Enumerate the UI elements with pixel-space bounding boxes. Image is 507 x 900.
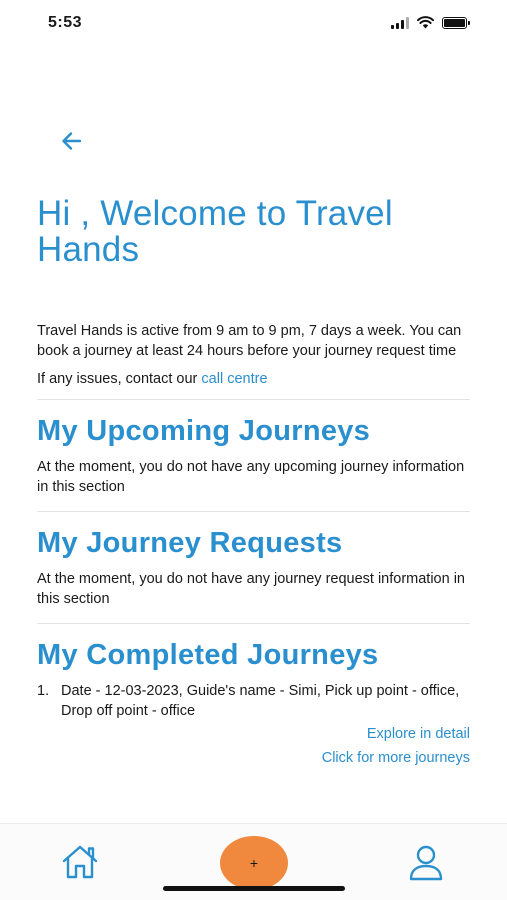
list-item-number: 1. [37,683,50,699]
list-item: 1. Date - 12-03-2023, Guide's name - Sim… [37,681,470,721]
home-indicator [163,886,345,891]
home-tab-button[interactable] [60,844,100,880]
journey-requests-message: At the moment, you do not have any journ… [37,571,465,607]
divider [37,399,470,400]
more-journeys-link[interactable]: Click for more journeys [37,748,470,768]
completed-journeys-title: My Completed Journeys [37,639,379,671]
upcoming-journeys-title: My Upcoming Journeys [37,415,371,447]
home-icon [62,845,98,879]
status-bar: 5:53 [0,0,507,46]
profile-tab-button[interactable] [406,844,446,882]
journey-requests-title: My Journey Requests [37,527,343,559]
upcoming-journeys-message: At the moment, you do not have any upcom… [37,459,465,495]
user-icon [409,845,443,881]
list-item-text: Date - 12-03-2023, Guide's name - Simi, … [61,683,460,719]
add-journey-button[interactable]: + [220,836,288,890]
back-button[interactable] [58,127,86,155]
explore-in-detail-link[interactable]: Explore in detail [37,724,470,744]
completed-journeys-list: 1. Date - 12-03-2023, Guide's name - Sim… [37,681,470,721]
wifi-icon [417,16,434,29]
contact-prefix: If any issues, contact our [37,371,202,387]
divider [37,511,470,512]
arrow-left-icon [62,132,82,150]
intro-text: Travel Hands is active from 9 am to 9 pm… [37,323,462,359]
contact-text: If any issues, contact our call centre [37,369,470,389]
call-centre-link[interactable]: call centre [201,371,267,387]
bottom-tab-bar: + [0,823,507,900]
battery-icon [442,16,470,29]
page-title: Hi , Welcome to Travel Hands [37,194,393,269]
cellular-signal-icon [391,16,409,29]
main-content: Hi , Welcome to Travel Hands Travel Hand… [37,196,470,768]
divider [37,623,470,624]
status-icons [391,16,470,29]
status-time: 5:53 [48,14,83,31]
